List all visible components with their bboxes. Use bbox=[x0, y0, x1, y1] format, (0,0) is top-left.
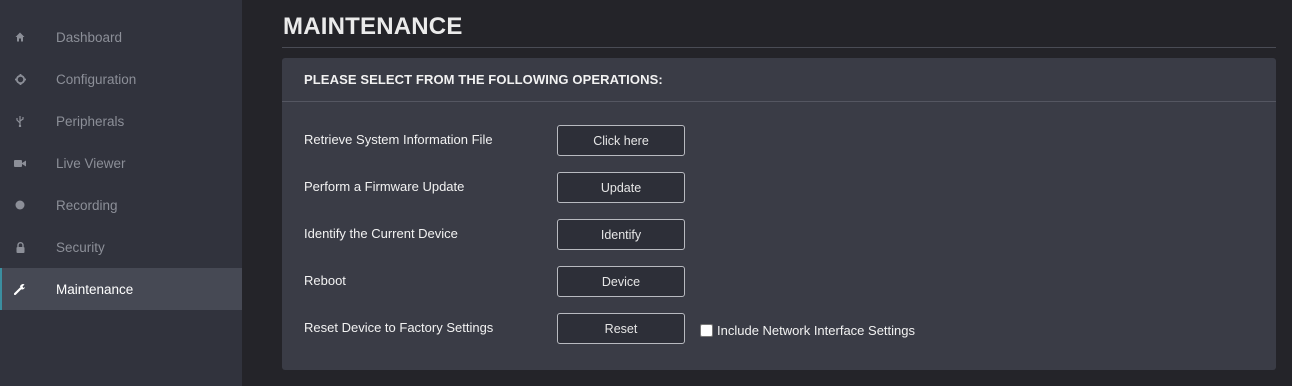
factory-reset-button[interactable]: Reset bbox=[557, 313, 685, 344]
sidebar-item-label: Recording bbox=[56, 197, 118, 213]
sidebar-item-label: Peripherals bbox=[56, 113, 125, 129]
sidebar-item-recording[interactable]: Recording bbox=[0, 184, 242, 226]
usb-icon bbox=[13, 114, 27, 128]
operation-label-reboot: Reboot bbox=[304, 273, 346, 288]
include-network-settings-checkbox[interactable] bbox=[700, 324, 713, 337]
sidebar-item-label: Dashboard bbox=[56, 29, 123, 45]
operation-label-system-info: Retrieve System Information File bbox=[304, 132, 493, 147]
sidebar-item-peripherals[interactable]: Peripherals bbox=[0, 100, 242, 142]
sidebar-item-label: Configuration bbox=[56, 71, 137, 87]
record-dot-icon bbox=[13, 198, 27, 212]
sidebar-item-label: Security bbox=[56, 239, 105, 255]
identify-button[interactable]: Identify bbox=[557, 219, 685, 250]
title-divider bbox=[282, 47, 1276, 48]
operations-panel: PLEASE SELECT FROM THE FOLLOWING OPERATI… bbox=[282, 58, 1276, 370]
sidebar: Dashboard Configuration Peripherals Live… bbox=[0, 0, 242, 386]
retrieve-system-info-button[interactable]: Click here bbox=[557, 125, 685, 156]
wrench-icon bbox=[13, 282, 27, 296]
page-title: MAINTENANCE bbox=[283, 13, 463, 40]
sidebar-item-maintenance[interactable]: Maintenance bbox=[0, 268, 242, 310]
sidebar-item-security[interactable]: Security bbox=[0, 226, 242, 268]
firmware-update-button[interactable]: Update bbox=[557, 172, 685, 203]
sidebar-item-label: Live Viewer bbox=[56, 155, 126, 171]
sidebar-item-live-viewer[interactable]: Live Viewer bbox=[0, 142, 242, 184]
operation-label-identify: Identify the Current Device bbox=[304, 226, 458, 241]
sidebar-item-configuration[interactable]: Configuration bbox=[0, 58, 242, 100]
reboot-device-button[interactable]: Device bbox=[557, 266, 685, 297]
include-network-settings-label: Include Network Interface Settings bbox=[717, 323, 915, 338]
sidebar-item-label: Maintenance bbox=[56, 281, 134, 297]
sidebar-item-dashboard[interactable]: Dashboard bbox=[0, 16, 242, 58]
lock-icon bbox=[13, 240, 27, 254]
gear-icon bbox=[13, 72, 27, 86]
include-network-settings-option[interactable]: Include Network Interface Settings bbox=[700, 323, 915, 338]
video-camera-icon bbox=[13, 156, 27, 170]
home-icon bbox=[13, 30, 27, 44]
panel-header-text: PLEASE SELECT FROM THE FOLLOWING OPERATI… bbox=[304, 72, 663, 87]
operation-label-firmware-update: Perform a Firmware Update bbox=[304, 179, 465, 194]
panel-header: PLEASE SELECT FROM THE FOLLOWING OPERATI… bbox=[282, 58, 1276, 102]
operation-label-factory-reset: Reset Device to Factory Settings bbox=[304, 320, 494, 335]
